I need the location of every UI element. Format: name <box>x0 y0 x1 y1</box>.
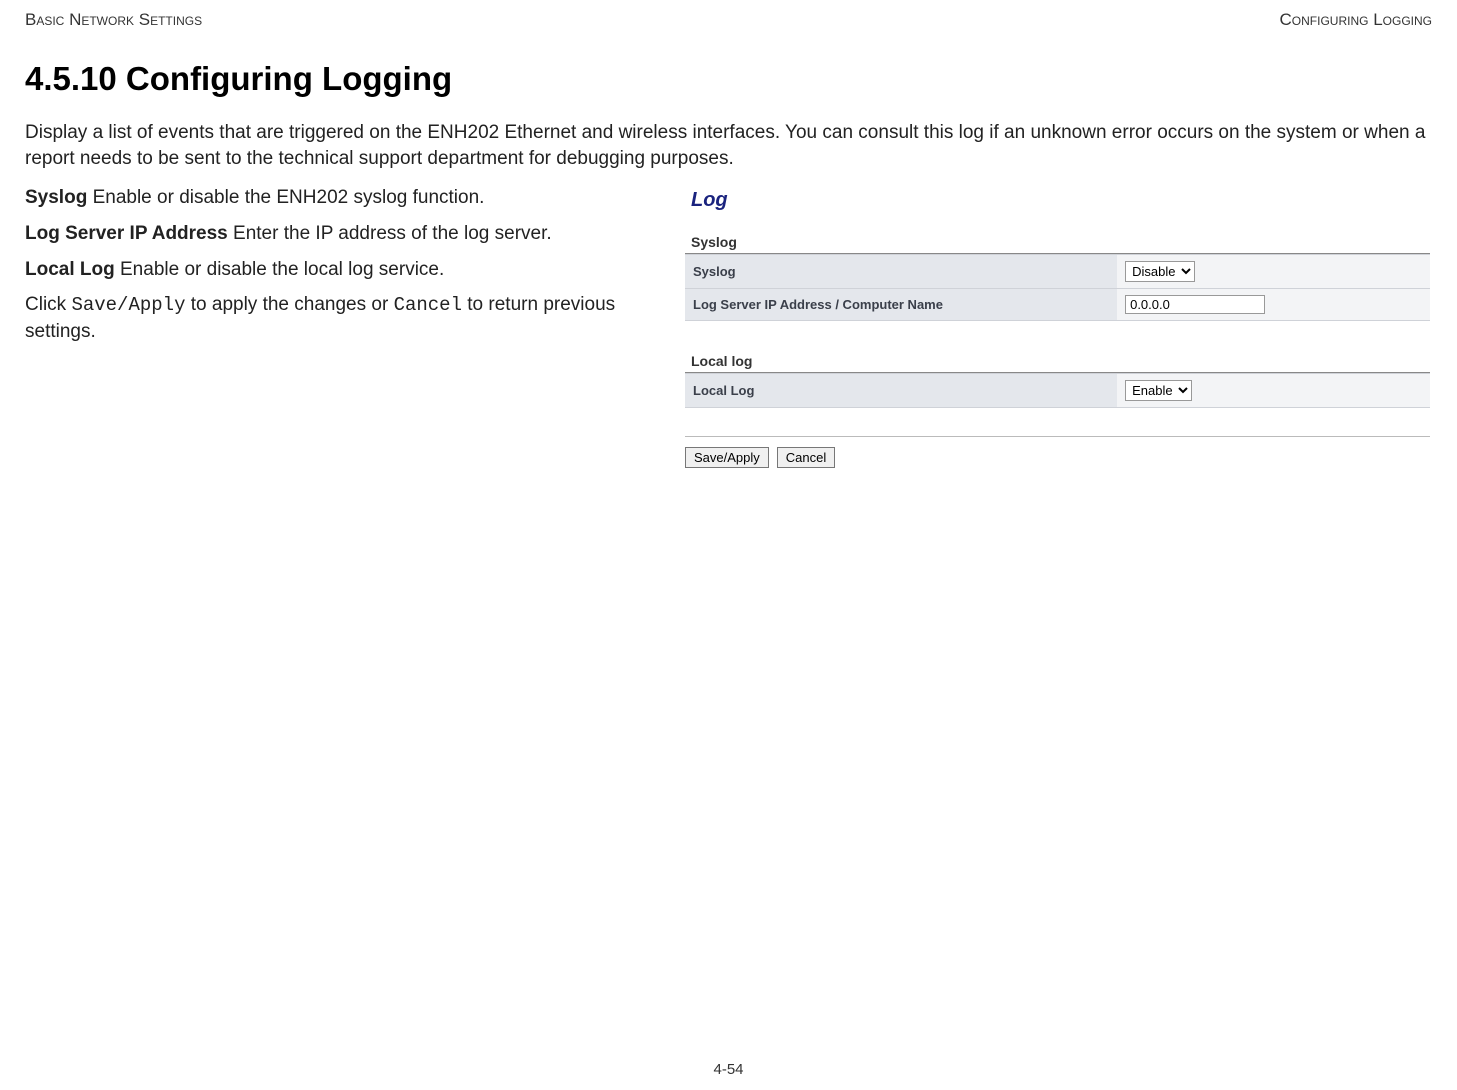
logserver-definition: Log Server IP Address Enter the IP addre… <box>25 221 665 247</box>
page-header: Basic Network Settings Configuring Loggi… <box>25 10 1432 30</box>
table-row: Syslog Disable <box>685 255 1430 289</box>
syslog-table: Syslog Disable Log Server IP Address / C… <box>685 254 1430 321</box>
logserver-term: Log Server IP Address <box>25 223 228 244</box>
logserver-row-label: Log Server IP Address / Computer Name <box>685 289 1117 321</box>
cancel-code: Cancel <box>394 294 462 316</box>
logserver-input[interactable] <box>1125 295 1265 314</box>
header-left: Basic Network Settings <box>25 10 202 30</box>
click-mid: to apply the changes or <box>185 294 393 315</box>
syslog-section-label: Syslog <box>685 230 1430 254</box>
log-title: Log <box>685 189 1430 212</box>
click-instruction: Click Save/Apply to apply the changes or… <box>25 292 665 344</box>
locallog-table: Local Log Enable <box>685 373 1430 408</box>
intro-paragraph: Display a list of events that are trigge… <box>25 120 1432 171</box>
locallog-row-label: Local Log <box>685 374 1117 408</box>
locallog-definition: Local Log Enable or disable the local lo… <box>25 257 665 283</box>
syslog-row-label: Syslog <box>685 255 1117 289</box>
ui-screenshot-column: Log Syslog Syslog Disable Log Server IP … <box>683 185 1432 472</box>
save-apply-button[interactable]: Save/Apply <box>685 447 769 468</box>
table-row: Log Server IP Address / Computer Name <box>685 289 1430 321</box>
logserver-desc: Enter the IP address of the log server. <box>228 223 552 244</box>
section-heading: 4.5.10 Configuring Logging <box>25 60 1432 98</box>
locallog-term: Local Log <box>25 259 115 280</box>
header-right: Configuring Logging <box>1280 10 1432 30</box>
locallog-desc: Enable or disable the local log service. <box>115 259 445 280</box>
syslog-desc: Enable or disable the ENH202 syslog func… <box>87 187 484 208</box>
syslog-term: Syslog <box>25 187 87 208</box>
save-apply-code: Save/Apply <box>71 294 185 316</box>
click-prefix: Click <box>25 294 71 315</box>
cancel-button[interactable]: Cancel <box>777 447 835 468</box>
syslog-definition: Syslog Enable or disable the ENH202 sysl… <box>25 185 665 211</box>
syslog-select[interactable]: Disable <box>1125 261 1195 282</box>
table-row: Local Log Enable <box>685 374 1430 408</box>
log-panel: Log Syslog Syslog Disable Log Server IP … <box>683 185 1432 472</box>
button-row: Save/Apply Cancel <box>685 436 1430 468</box>
definitions-column: Syslog Enable or disable the ENH202 sysl… <box>25 185 665 354</box>
locallog-select[interactable]: Enable <box>1125 380 1192 401</box>
page-footer: 4-54 <box>0 1061 1457 1078</box>
locallog-section-label: Local log <box>685 349 1430 373</box>
